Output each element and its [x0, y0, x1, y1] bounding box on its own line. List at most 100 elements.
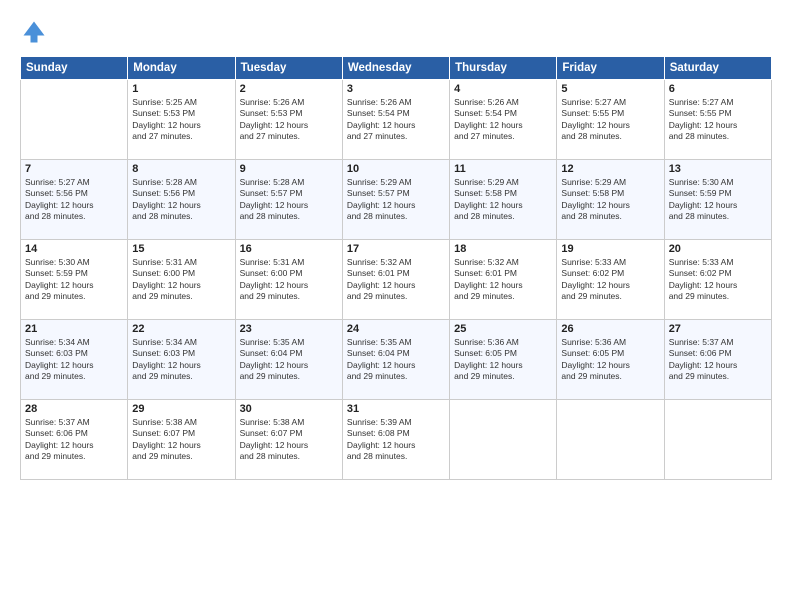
calendar-cell	[21, 80, 128, 160]
calendar-table: SundayMondayTuesdayWednesdayThursdayFrid…	[20, 56, 772, 480]
cell-info: Sunrise: 5:29 AM Sunset: 5:58 PM Dayligh…	[454, 177, 552, 223]
cell-info: Sunrise: 5:37 AM Sunset: 6:06 PM Dayligh…	[669, 337, 767, 383]
logo-icon	[20, 18, 48, 46]
calendar-cell: 25 Sunrise: 5:36 AM Sunset: 6:05 PM Dayli…	[450, 320, 557, 400]
day-number: 2	[240, 83, 338, 95]
cell-info: Sunrise: 5:25 AM Sunset: 5:53 PM Dayligh…	[132, 97, 230, 143]
column-header-thursday: Thursday	[450, 57, 557, 80]
day-number: 13	[669, 163, 767, 175]
column-header-friday: Friday	[557, 57, 664, 80]
day-number: 18	[454, 243, 552, 255]
cell-info: Sunrise: 5:28 AM Sunset: 5:57 PM Dayligh…	[240, 177, 338, 223]
calendar-cell: 16 Sunrise: 5:31 AM Sunset: 6:00 PM Dayli…	[235, 240, 342, 320]
cell-info: Sunrise: 5:26 AM Sunset: 5:54 PM Dayligh…	[454, 97, 552, 143]
cell-info: Sunrise: 5:38 AM Sunset: 6:07 PM Dayligh…	[240, 417, 338, 463]
day-number: 6	[669, 83, 767, 95]
column-header-saturday: Saturday	[664, 57, 771, 80]
day-number: 17	[347, 243, 445, 255]
calendar-cell: 23Sunrise: 5:35 AM Sunset: 6:04 PM Dayli…	[235, 320, 342, 400]
calendar-cell: 6 Sunrise: 5:27 AM Sunset: 5:55 PM Daylig…	[664, 80, 771, 160]
calendar-cell	[450, 400, 557, 480]
cell-info: Sunrise: 5:33 AM Sunset: 6:02 PM Dayligh…	[669, 257, 767, 303]
calendar-cell: 28 Sunrise: 5:37 AM Sunset: 6:06 PM Dayli…	[21, 400, 128, 480]
cell-info: Sunrise: 5:35 AM Sunset: 6:04 PM Dayligh…	[240, 337, 338, 383]
calendar-cell: 29 Sunrise: 5:38 AM Sunset: 6:07 PM Dayli…	[128, 400, 235, 480]
calendar-cell: 17 Sunrise: 5:32 AM Sunset: 6:01 PM Dayli…	[342, 240, 449, 320]
cell-info: Sunrise: 5:34 AM Sunset: 6:03 PM Dayligh…	[132, 337, 230, 383]
day-number: 21	[25, 323, 123, 335]
calendar-week-1: 1 Sunrise: 5:25 AM Sunset: 5:53 PM Daylig…	[21, 80, 772, 160]
cell-info: Sunrise: 5:32 AM Sunset: 6:01 PM Dayligh…	[347, 257, 445, 303]
cell-info: Sunrise: 5:31 AM Sunset: 6:00 PM Dayligh…	[132, 257, 230, 303]
cell-info: Sunrise: 5:37 AM Sunset: 6:06 PM Dayligh…	[25, 417, 123, 463]
calendar-cell: 31Sunrise: 5:39 AM Sunset: 6:08 PM Dayli…	[342, 400, 449, 480]
calendar-cell: 10 Sunrise: 5:29 AM Sunset: 5:57 PM Dayli…	[342, 160, 449, 240]
calendar-cell: 11Sunrise: 5:29 AM Sunset: 5:58 PM Dayli…	[450, 160, 557, 240]
cell-info: Sunrise: 5:33 AM Sunset: 6:02 PM Dayligh…	[561, 257, 659, 303]
day-number: 19	[561, 243, 659, 255]
day-number: 10	[347, 163, 445, 175]
calendar-cell: 5 Sunrise: 5:27 AM Sunset: 5:55 PM Daylig…	[557, 80, 664, 160]
cell-info: Sunrise: 5:26 AM Sunset: 5:54 PM Dayligh…	[347, 97, 445, 143]
calendar-cell: 9 Sunrise: 5:28 AM Sunset: 5:57 PM Daylig…	[235, 160, 342, 240]
cell-info: Sunrise: 5:27 AM Sunset: 5:55 PM Dayligh…	[561, 97, 659, 143]
cell-info: Sunrise: 5:28 AM Sunset: 5:56 PM Dayligh…	[132, 177, 230, 223]
calendar-cell: 18 Sunrise: 5:32 AM Sunset: 6:01 PM Dayli…	[450, 240, 557, 320]
calendar-cell: 27 Sunrise: 5:37 AM Sunset: 6:06 PM Dayli…	[664, 320, 771, 400]
day-number: 5	[561, 83, 659, 95]
day-number: 16	[240, 243, 338, 255]
column-header-monday: Monday	[128, 57, 235, 80]
day-number: 1	[132, 83, 230, 95]
day-number: 30	[240, 403, 338, 415]
day-number: 27	[669, 323, 767, 335]
column-header-sunday: Sunday	[21, 57, 128, 80]
day-number: 12	[561, 163, 659, 175]
calendar-cell: 15 Sunrise: 5:31 AM Sunset: 6:00 PM Dayli…	[128, 240, 235, 320]
calendar-cell: 24 Sunrise: 5:35 AM Sunset: 6:04 PM Dayli…	[342, 320, 449, 400]
cell-info: Sunrise: 5:27 AM Sunset: 5:56 PM Dayligh…	[25, 177, 123, 223]
cell-info: Sunrise: 5:39 AM Sunset: 6:08 PM Dayligh…	[347, 417, 445, 463]
page: SundayMondayTuesdayWednesdayThursdayFrid…	[0, 0, 792, 612]
day-number: 14	[25, 243, 123, 255]
calendar-cell	[664, 400, 771, 480]
day-number: 25	[454, 323, 552, 335]
calendar-header-row: SundayMondayTuesdayWednesdayThursdayFrid…	[21, 57, 772, 80]
header	[20, 18, 772, 46]
day-number: 3	[347, 83, 445, 95]
calendar-cell	[557, 400, 664, 480]
calendar-cell: 7 Sunrise: 5:27 AM Sunset: 5:56 PM Daylig…	[21, 160, 128, 240]
cell-info: Sunrise: 5:30 AM Sunset: 5:59 PM Dayligh…	[669, 177, 767, 223]
day-number: 29	[132, 403, 230, 415]
calendar-cell: 19 Sunrise: 5:33 AM Sunset: 6:02 PM Dayli…	[557, 240, 664, 320]
cell-info: Sunrise: 5:29 AM Sunset: 5:57 PM Dayligh…	[347, 177, 445, 223]
column-header-wednesday: Wednesday	[342, 57, 449, 80]
calendar-cell: 1 Sunrise: 5:25 AM Sunset: 5:53 PM Daylig…	[128, 80, 235, 160]
day-number: 7	[25, 163, 123, 175]
cell-info: Sunrise: 5:36 AM Sunset: 6:05 PM Dayligh…	[454, 337, 552, 383]
cell-info: Sunrise: 5:32 AM Sunset: 6:01 PM Dayligh…	[454, 257, 552, 303]
calendar-cell: 30 Sunrise: 5:38 AM Sunset: 6:07 PM Dayli…	[235, 400, 342, 480]
day-number: 9	[240, 163, 338, 175]
cell-info: Sunrise: 5:27 AM Sunset: 5:55 PM Dayligh…	[669, 97, 767, 143]
calendar-cell: 26 Sunrise: 5:36 AM Sunset: 6:05 PM Dayli…	[557, 320, 664, 400]
cell-info: Sunrise: 5:38 AM Sunset: 6:07 PM Dayligh…	[132, 417, 230, 463]
calendar-cell: 4Sunrise: 5:26 AM Sunset: 5:54 PM Daylig…	[450, 80, 557, 160]
cell-info: Sunrise: 5:31 AM Sunset: 6:00 PM Dayligh…	[240, 257, 338, 303]
cell-info: Sunrise: 5:35 AM Sunset: 6:04 PM Dayligh…	[347, 337, 445, 383]
calendar-week-2: 7 Sunrise: 5:27 AM Sunset: 5:56 PM Daylig…	[21, 160, 772, 240]
cell-info: Sunrise: 5:34 AM Sunset: 6:03 PM Dayligh…	[25, 337, 123, 383]
day-number: 15	[132, 243, 230, 255]
calendar-cell: 2Sunrise: 5:26 AM Sunset: 5:53 PM Daylig…	[235, 80, 342, 160]
calendar-cell: 13 Sunrise: 5:30 AM Sunset: 5:59 PM Dayli…	[664, 160, 771, 240]
cell-info: Sunrise: 5:36 AM Sunset: 6:05 PM Dayligh…	[561, 337, 659, 383]
day-number: 26	[561, 323, 659, 335]
calendar-cell: 20Sunrise: 5:33 AM Sunset: 6:02 PM Dayli…	[664, 240, 771, 320]
calendar-cell: 3 Sunrise: 5:26 AM Sunset: 5:54 PM Daylig…	[342, 80, 449, 160]
day-number: 28	[25, 403, 123, 415]
calendar-cell: 21 Sunrise: 5:34 AM Sunset: 6:03 PM Dayli…	[21, 320, 128, 400]
day-number: 24	[347, 323, 445, 335]
calendar-cell: 22 Sunrise: 5:34 AM Sunset: 6:03 PM Dayli…	[128, 320, 235, 400]
day-number: 22	[132, 323, 230, 335]
logo	[20, 18, 54, 46]
day-number: 8	[132, 163, 230, 175]
